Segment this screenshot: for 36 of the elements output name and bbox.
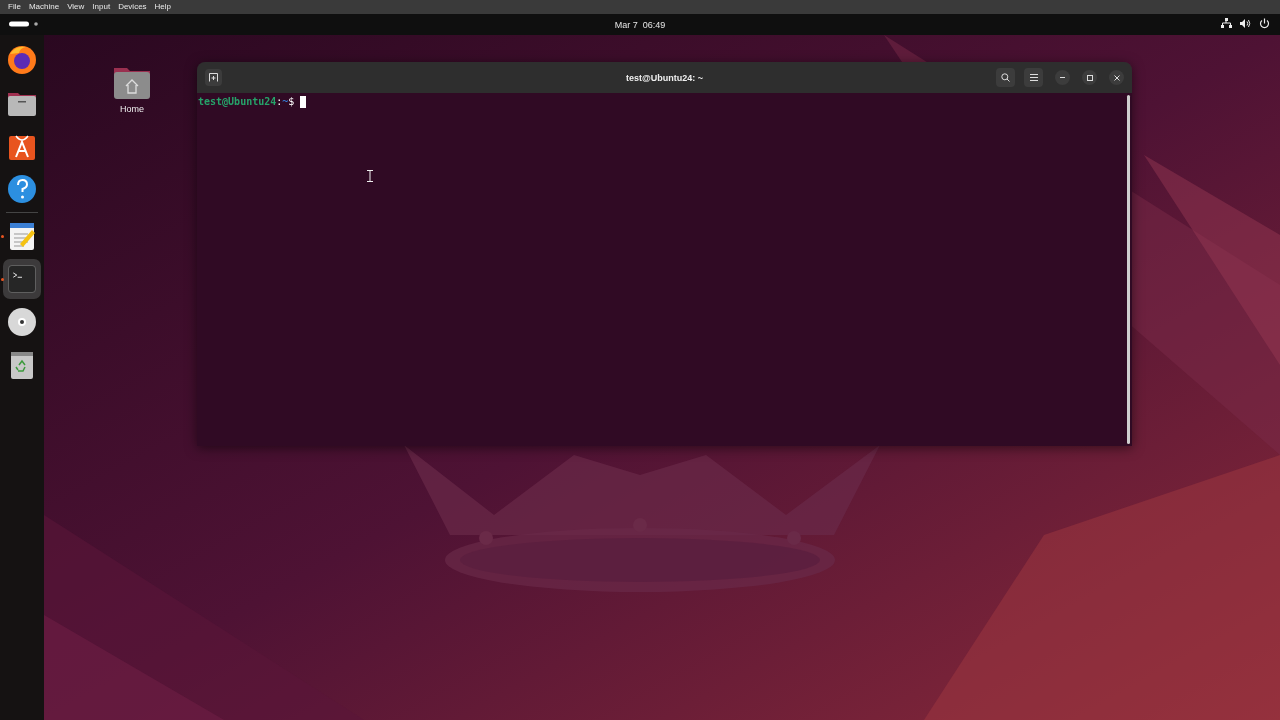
search-button[interactable] (996, 68, 1015, 87)
network-icon[interactable] (1221, 18, 1232, 29)
power-icon[interactable] (1259, 18, 1270, 29)
menu-icon (1029, 74, 1038, 81)
volume-icon[interactable] (1240, 18, 1251, 29)
close-icon (1113, 74, 1120, 81)
help-icon (6, 173, 38, 205)
minimize-button[interactable] (1055, 70, 1070, 85)
terminal-icon (8, 265, 36, 293)
window-title: test@Ubuntu24: ~ (625, 72, 703, 83)
minimize-icon (1060, 77, 1065, 78)
text-cursor (300, 96, 307, 108)
menu-item[interactable]: Help (150, 0, 176, 14)
close-button[interactable] (1109, 70, 1124, 85)
scrollbar[interactable] (1127, 95, 1130, 444)
menu-item[interactable]: View (63, 0, 89, 14)
workspace-indicator-icon[interactable] (9, 21, 39, 27)
text-cursor-icon (367, 170, 373, 182)
menu-item[interactable]: Input (88, 0, 115, 14)
maximize-icon (1086, 74, 1093, 81)
menu-button[interactable] (1024, 68, 1043, 87)
search-icon (1001, 73, 1010, 82)
menu-item[interactable]: Machine (24, 0, 64, 14)
prompt-text: $ (288, 96, 295, 108)
prompt-text: test@Ubuntu24 (198, 96, 277, 108)
prompt-text: ~ (282, 96, 289, 108)
menu-item[interactable]: File (4, 0, 25, 14)
disc-icon (6, 306, 38, 338)
menu-item[interactable]: Devices (114, 0, 151, 14)
icon-label[interactable]: Home (120, 104, 144, 114)
new-tab-icon (209, 73, 218, 82)
maximize-button[interactable] (1082, 70, 1097, 85)
browser-icon (6, 44, 38, 76)
clock[interactable]: Mar 7 06:49 (614, 19, 666, 30)
prompt-text: : (276, 96, 283, 108)
new-tab-button[interactable] (205, 69, 222, 86)
